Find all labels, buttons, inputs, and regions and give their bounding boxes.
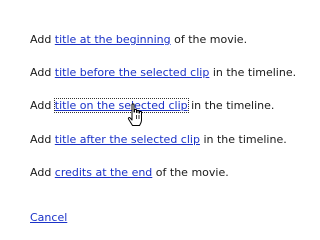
option-prefix: Add xyxy=(30,66,55,79)
option-suffix: of the movie. xyxy=(152,166,229,179)
cancel-row: Cancel xyxy=(30,211,67,225)
title-on-clip-link[interactable]: title on the selected clip xyxy=(53,98,189,113)
option-suffix: in the timeline. xyxy=(199,133,287,146)
option-title-before-clip: Add title before the selected clip in th… xyxy=(30,66,296,80)
option-suffix: in the timeline. xyxy=(187,99,275,112)
credits-at-end-link[interactable]: credits at the end xyxy=(55,166,153,179)
title-at-beginning-link[interactable]: title at the beginning xyxy=(55,33,171,46)
option-prefix: Add xyxy=(30,133,55,146)
option-title-on-clip: Add title on the selected clip in the ti… xyxy=(30,98,275,113)
option-prefix: Add xyxy=(30,33,55,46)
option-prefix: Add xyxy=(30,166,55,179)
cancel-link[interactable]: Cancel xyxy=(30,211,67,224)
option-suffix: of the movie. xyxy=(170,33,248,46)
option-suffix: in the timeline. xyxy=(209,66,297,79)
title-after-clip-link[interactable]: title after the selected clip xyxy=(55,133,200,146)
option-title-after-clip: Add title after the selected clip in the… xyxy=(30,133,287,147)
add-title-task-panel: Add title at the beginning of the movie.… xyxy=(30,0,296,232)
title-before-clip-link[interactable]: title before the selected clip xyxy=(55,66,210,79)
option-prefix: Add xyxy=(30,99,55,112)
option-title-at-beginning: Add title at the beginning of the movie. xyxy=(30,33,247,47)
option-credits-at-end: Add credits at the end of the movie. xyxy=(30,166,229,180)
